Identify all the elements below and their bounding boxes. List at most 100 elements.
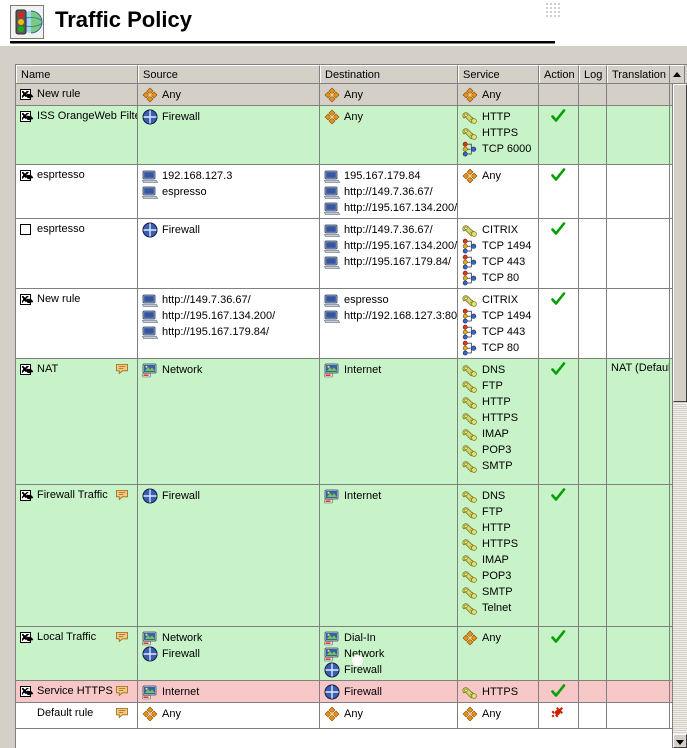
column-header-name[interactable]: Name <box>16 65 138 83</box>
cell-name[interactable]: esprtesso <box>16 165 138 218</box>
cell-service[interactable]: Any <box>458 165 539 218</box>
cell-action[interactable] <box>539 359 579 484</box>
cell-translation[interactable] <box>607 165 670 218</box>
resize-grip[interactable] <box>545 2 561 17</box>
scroll-thumb[interactable] <box>673 84 687 402</box>
cell-name[interactable]: Firewall Traffic <box>16 485 138 626</box>
comment-icon[interactable] <box>115 631 129 642</box>
cell-translation[interactable]: NAT (Default <box>607 359 670 484</box>
cell-log[interactable] <box>579 165 607 218</box>
column-header-log[interactable]: Log <box>579 65 607 83</box>
cell-action[interactable] <box>539 703 579 728</box>
table-row[interactable]: NAT Network Internet DNS FTP HTTP HTTPS IMAP POP… <box>16 359 672 485</box>
table-row[interactable]: Default rule Any Any Any <box>16 703 672 729</box>
cell-source[interactable]: http://149.7.36.67/http://195.167.134.20… <box>138 289 320 358</box>
comment-icon[interactable] <box>115 363 129 374</box>
cell-action[interactable] <box>539 289 579 358</box>
row-enable-checkbox[interactable] <box>20 224 31 235</box>
cell-translation[interactable] <box>607 84 670 105</box>
cell-log[interactable] <box>579 106 607 164</box>
cell-destination[interactable]: http://149.7.36.67/http://195.167.134.20… <box>320 219 458 288</box>
cell-destination[interactable]: Any <box>320 106 458 164</box>
cell-service[interactable]: CITRIX TCP 1494 TCP 443 TCP 80 <box>458 219 539 288</box>
comment-icon[interactable] <box>115 707 129 718</box>
cell-log[interactable] <box>579 84 607 105</box>
cell-translation[interactable] <box>607 485 670 626</box>
cell-action[interactable] <box>539 84 579 105</box>
cell-service[interactable]: CITRIX TCP 1494 TCP 443 TCP 80 <box>458 289 539 358</box>
comment-icon[interactable] <box>115 685 129 696</box>
cell-name[interactable]: NAT <box>16 359 138 484</box>
scroll-down-button[interactable] <box>673 734 687 748</box>
table-row[interactable]: ISS OrangeWeb Filter Firewall Any HTTP HTTPS… <box>16 106 672 165</box>
row-enable-checkbox[interactable] <box>20 632 31 643</box>
cell-log[interactable] <box>579 289 607 358</box>
table-row[interactable]: New rule http://149.7.36.67/http://195.16… <box>16 289 672 359</box>
cell-source[interactable]: Firewall <box>138 106 320 164</box>
cell-translation[interactable] <box>607 681 670 702</box>
cell-translation[interactable] <box>607 627 670 680</box>
cell-action[interactable] <box>539 681 579 702</box>
cell-service[interactable]: HTTPS <box>458 681 539 702</box>
cell-source[interactable]: Firewall <box>138 219 320 288</box>
row-enable-checkbox[interactable] <box>20 111 31 122</box>
cell-name[interactable]: ISS OrangeWeb Filter <box>16 106 138 164</box>
cell-service[interactable]: HTTP HTTPS TCP 6000 <box>458 106 539 164</box>
row-enable-checkbox[interactable] <box>20 294 31 305</box>
cell-translation[interactable] <box>607 289 670 358</box>
cell-action[interactable] <box>539 165 579 218</box>
table-row[interactable]: New rule Any Any Any <box>16 84 672 106</box>
cell-destination[interactable]: 195.167.179.84 http://149.7.36.67/http://… <box>320 165 458 218</box>
vertical-scrollbar[interactable] <box>672 84 687 748</box>
cell-log[interactable] <box>579 627 607 680</box>
cell-name[interactable]: New rule <box>16 289 138 358</box>
cell-destination[interactable]: espresso http://192.168.127.3:80 <box>320 289 458 358</box>
cell-log[interactable] <box>579 681 607 702</box>
cell-name[interactable]: Default rule <box>16 703 138 728</box>
cell-name[interactable]: esprtesso <box>16 219 138 288</box>
column-header-translation[interactable]: Translation <box>607 65 670 83</box>
table-row[interactable]: Local Traffic Network Firewall Dial-In Netwo… <box>16 627 672 681</box>
cell-log[interactable] <box>579 219 607 288</box>
cell-service[interactable]: Any <box>458 84 539 105</box>
cell-service[interactable]: DNS FTP HTTP HTTPS IMAP POP3 SMTP <box>458 359 539 484</box>
row-enable-checkbox[interactable] <box>20 170 31 181</box>
cell-source[interactable]: Network Firewall <box>138 627 320 680</box>
cell-log[interactable] <box>579 359 607 484</box>
cell-source[interactable]: Network <box>138 359 320 484</box>
cell-source[interactable]: Any <box>138 84 320 105</box>
cell-source[interactable]: Firewall <box>138 485 320 626</box>
cell-name[interactable]: Local Traffic <box>16 627 138 680</box>
cell-destination[interactable]: Firewall <box>320 681 458 702</box>
table-row[interactable]: Service HTTPS Internet Firewall HTTPS <box>16 681 672 703</box>
table-row[interactable]: esprtesso 192.168.127.3 espresso 195.167.17… <box>16 165 672 219</box>
cell-destination[interactable]: Dial-In Network Firewall <box>320 627 458 680</box>
cell-log[interactable] <box>579 485 607 626</box>
cell-log[interactable] <box>579 703 607 728</box>
column-header-destination[interactable]: Destination <box>320 65 458 83</box>
cell-name[interactable]: Service HTTPS <box>16 681 138 702</box>
row-enable-checkbox[interactable] <box>20 686 31 697</box>
row-enable-checkbox[interactable] <box>20 89 31 100</box>
cell-action[interactable] <box>539 627 579 680</box>
cell-service[interactable]: Any <box>458 703 539 728</box>
column-header-service[interactable]: Service <box>458 65 539 83</box>
cell-action[interactable] <box>539 106 579 164</box>
cell-translation[interactable] <box>607 219 670 288</box>
cell-source[interactable]: 192.168.127.3 espresso <box>138 165 320 218</box>
column-header-source[interactable]: Source <box>138 65 320 83</box>
cell-service[interactable]: Any <box>458 627 539 680</box>
cell-translation[interactable] <box>607 106 670 164</box>
table-row[interactable]: esprtesso Firewall http://149.7.36.67/http… <box>16 219 672 289</box>
cell-action[interactable] <box>539 485 579 626</box>
cell-destination[interactable]: Any <box>320 703 458 728</box>
cell-destination[interactable]: Internet <box>320 485 458 626</box>
cell-action[interactable] <box>539 219 579 288</box>
cell-source[interactable]: Internet <box>138 681 320 702</box>
cell-destination[interactable]: Any <box>320 84 458 105</box>
row-enable-checkbox[interactable] <box>20 364 31 375</box>
row-enable-checkbox[interactable] <box>20 490 31 501</box>
scroll-up-button[interactable] <box>670 65 685 83</box>
cell-source[interactable]: Any <box>138 703 320 728</box>
column-header-action[interactable]: Action <box>539 65 579 83</box>
